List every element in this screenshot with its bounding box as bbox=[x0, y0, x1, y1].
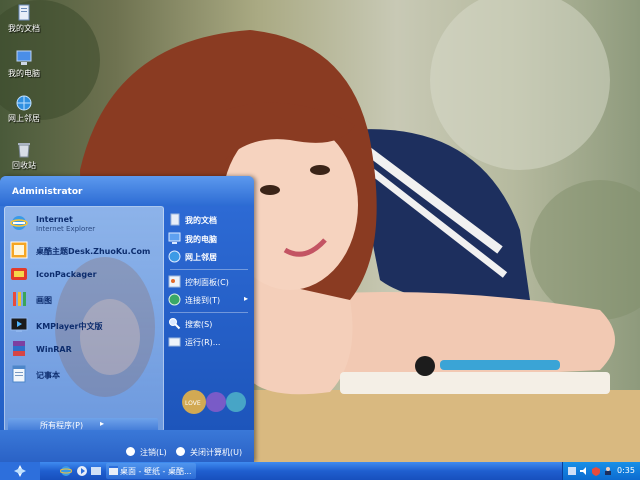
menu-separator bbox=[170, 269, 248, 270]
pinned-item-title: 桌酷主题Desk.ZhuoKu.Com bbox=[36, 247, 151, 256]
recycle-bin-icon bbox=[18, 143, 30, 158]
places-item-label: 运行(R)... bbox=[185, 338, 221, 347]
taskbar-window-label: 桌面 - 壁纸 - 桌酷... bbox=[120, 467, 192, 476]
search-icon bbox=[169, 318, 181, 330]
system-tray: 0:35 bbox=[562, 462, 640, 480]
start-button[interactable] bbox=[0, 462, 40, 480]
places-item-label: 网上邻居 bbox=[185, 253, 217, 262]
pinned-item-notepad[interactable]: 记事本 bbox=[8, 363, 158, 385]
paint-icon bbox=[13, 292, 26, 306]
clock: 0:35 bbox=[617, 466, 635, 475]
quicklaunch-desktop-icon[interactable] bbox=[90, 465, 102, 477]
pinned-item-zhuoku[interactable]: 桌酷主题Desk.ZhuoKu.Com bbox=[8, 239, 158, 261]
places-item-documents[interactable]: 我的文档 bbox=[168, 212, 250, 228]
places-panel: 我的文档 我的电脑 网上邻居 控制面板(C) 连接到(T) ▸ 搜索(S) 运行… bbox=[164, 206, 254, 430]
quicklaunch-ie-icon[interactable] bbox=[60, 465, 72, 477]
computer-icon bbox=[168, 232, 181, 244]
places-item-search[interactable]: 搜索(S) bbox=[168, 316, 250, 332]
pinned-item-title: IconPackager bbox=[36, 270, 97, 279]
desktop-icon-label: 回收站 bbox=[12, 161, 36, 170]
user-tray-icon[interactable] bbox=[603, 466, 613, 476]
window-icon bbox=[109, 466, 118, 475]
places-item-label: 搜索(S) bbox=[185, 320, 213, 329]
love-logo: LOVE bbox=[182, 390, 246, 414]
pinned-item-iconpackager[interactable]: IconPackager bbox=[8, 263, 158, 285]
documents-icon bbox=[170, 213, 180, 226]
pinned-item-subtitle: Internet Explorer bbox=[36, 225, 96, 233]
pinned-item-internet[interactable]: Internet Internet Explorer bbox=[8, 212, 158, 234]
connect-icon bbox=[168, 293, 181, 306]
quicklaunch-media-icon[interactable] bbox=[76, 465, 88, 477]
places-item-label: 连接到(T) bbox=[185, 296, 221, 305]
desktop-icon-label: 我的文档 bbox=[8, 24, 40, 33]
places-item-connect-to[interactable]: 连接到(T) ▸ bbox=[168, 292, 250, 308]
power-icon bbox=[176, 447, 185, 456]
desktop-icon-recycle-bin[interactable]: 回收站 bbox=[2, 141, 46, 171]
svg-text:LOVE: LOVE bbox=[185, 400, 201, 407]
pinned-item-kmplayer[interactable]: KMPlayer中文版 bbox=[8, 314, 158, 336]
desktop-icon-computer[interactable]: 我的电脑 bbox=[2, 49, 46, 79]
internet-explorer-icon bbox=[10, 216, 28, 230]
notepad-icon bbox=[12, 365, 26, 383]
logoff-icon bbox=[126, 447, 135, 456]
start-logo-icon bbox=[0, 462, 40, 480]
volume-icon[interactable] bbox=[579, 466, 589, 476]
pinned-item-title: WinRAR bbox=[36, 345, 72, 354]
places-item-control-panel[interactable]: 控制面板(C) bbox=[168, 274, 250, 290]
network-tray-icon[interactable] bbox=[567, 466, 577, 476]
desktop-icon-label: 网上邻居 bbox=[8, 114, 40, 123]
submenu-arrow-icon: ▸ bbox=[244, 294, 249, 303]
places-item-label: 控制面板(C) bbox=[185, 278, 229, 287]
user-name: Administrator bbox=[12, 187, 83, 197]
arrow-right-icon: ▸ bbox=[100, 419, 105, 428]
iconpackager-icon bbox=[11, 268, 27, 280]
places-item-run[interactable]: 运行(R)... bbox=[168, 334, 250, 350]
pinned-item-title: KMPlayer中文版 bbox=[36, 322, 103, 331]
pinned-item-title: 画图 bbox=[36, 296, 52, 305]
menu-separator bbox=[170, 312, 248, 313]
places-item-label: 我的文档 bbox=[185, 216, 217, 225]
desktop-icon-network[interactable]: 网上邻居 bbox=[2, 94, 46, 124]
pinned-item-title: Internet bbox=[36, 215, 73, 224]
taskbar: 桌面 - 壁纸 - 桌酷... 0:35 bbox=[0, 462, 640, 480]
places-item-network[interactable]: 网上邻居 bbox=[168, 249, 250, 265]
desktop-icon-label: 我的电脑 bbox=[8, 69, 40, 78]
start-menu-footer: 注销(L) 关闭计算机(U) bbox=[0, 430, 254, 462]
control-panel-icon bbox=[168, 275, 181, 288]
pinned-item-paint[interactable]: 画图 bbox=[8, 288, 158, 310]
desktop-icon-documents[interactable]: 我的文档 bbox=[2, 4, 46, 34]
documents-icon bbox=[18, 4, 30, 21]
network-icon bbox=[168, 250, 181, 263]
pinned-item-title: 记事本 bbox=[36, 371, 60, 380]
pinned-item-winrar[interactable]: WinRAR bbox=[8, 338, 158, 360]
start-menu-header: Administrator bbox=[0, 176, 254, 206]
taskbar-window-button[interactable]: 桌面 - 壁纸 - 桌酷... bbox=[106, 463, 196, 479]
kmplayer-icon bbox=[10, 317, 28, 332]
start-menu: Administrator Internet Internet Explorer… bbox=[0, 176, 254, 462]
theme-icon bbox=[10, 241, 28, 259]
computer-icon bbox=[16, 50, 32, 65]
shutdown-label: 关闭计算机(U) bbox=[190, 448, 243, 457]
network-icon bbox=[16, 95, 32, 111]
places-item-label: 我的电脑 bbox=[185, 235, 217, 244]
winrar-icon bbox=[13, 341, 25, 356]
logoff-label: 注销(L) bbox=[140, 448, 167, 457]
security-icon[interactable] bbox=[591, 466, 601, 476]
places-item-computer[interactable]: 我的电脑 bbox=[168, 231, 250, 247]
run-icon bbox=[168, 337, 181, 347]
